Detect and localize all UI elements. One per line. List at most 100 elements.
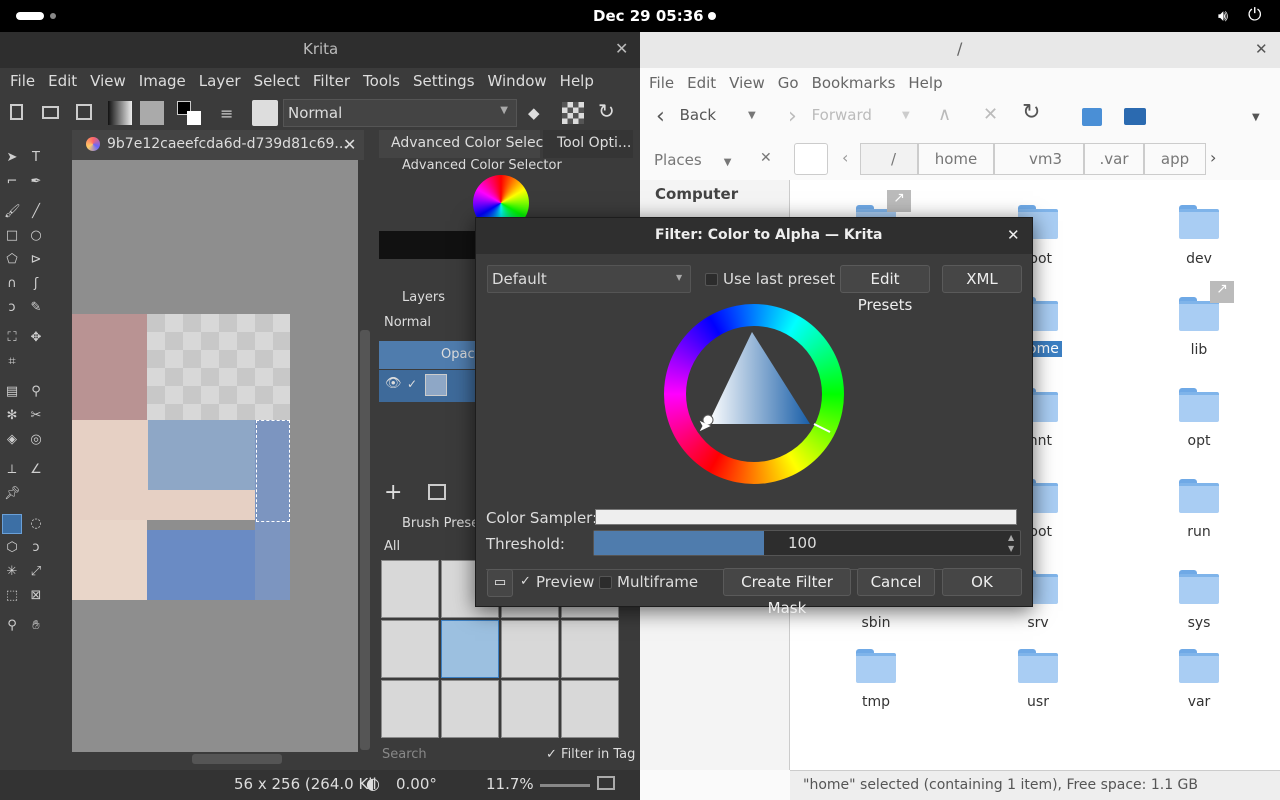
- threshold-slider[interactable]: 100 ▲ ▼: [593, 530, 1021, 556]
- line-tool-icon[interactable]: ╱: [28, 204, 44, 220]
- xml-button[interactable]: XML: [942, 265, 1022, 293]
- fm-menu-bookmarks[interactable]: Bookmarks: [812, 74, 896, 92]
- brush-preset-1[interactable]: [381, 560, 439, 618]
- layer-row[interactable]: 👁︎ ✓: [379, 370, 479, 402]
- menu-view[interactable]: View: [90, 72, 126, 90]
- volume-icon[interactable]: 🔊︎: [1218, 6, 1228, 26]
- brush-search-input[interactable]: Search: [382, 747, 427, 762]
- activities-indicator[interactable]: [16, 12, 44, 20]
- bezier-tool-icon[interactable]: ∩: [4, 276, 20, 292]
- multibrush-icon[interactable]: ✎: [28, 300, 44, 316]
- menu-file[interactable]: File: [10, 72, 35, 90]
- zoom-tool-icon[interactable]: ⚲: [4, 618, 20, 634]
- blend-mode-select[interactable]: Normal ▼: [283, 99, 517, 127]
- reload-icon[interactable]: ↻: [1022, 100, 1040, 125]
- similar-select-icon[interactable]: ⤢: [28, 564, 44, 580]
- alpha-lock-icon[interactable]: [562, 102, 584, 124]
- power-icon[interactable]: ⏻: [1248, 5, 1261, 25]
- up-icon[interactable]: ∧: [938, 104, 951, 125]
- dialog-close-icon[interactable]: ✕: [1007, 226, 1020, 244]
- status-zoom[interactable]: 11.7%: [486, 775, 534, 793]
- move-tool-icon[interactable]: ✥: [28, 330, 44, 346]
- computer-icon[interactable]: [1124, 108, 1146, 125]
- brush-preset-8[interactable]: [561, 620, 619, 678]
- brush-preset-10[interactable]: [441, 680, 499, 738]
- canvas-vscrollbar[interactable]: [358, 160, 372, 752]
- overflow-menu-icon[interactable]: ▼: [1252, 112, 1260, 123]
- layers-blend-mode[interactable]: Normal: [384, 315, 431, 330]
- add-layer-icon[interactable]: +: [384, 480, 402, 505]
- ellipse-tool-icon[interactable]: ○: [28, 228, 44, 244]
- brush-preset-12[interactable]: [561, 680, 619, 738]
- menu-settings[interactable]: Settings: [413, 72, 475, 90]
- zoom-slider[interactable]: [540, 784, 590, 787]
- rotation-icon[interactable]: ◐: [366, 774, 380, 793]
- pan-tool-icon[interactable]: ✋︎: [28, 618, 44, 634]
- reference-tool-icon[interactable]: 📌︎: [4, 486, 21, 502]
- clock[interactable]: Dec 29 05:36: [593, 7, 704, 25]
- brush-tag-select[interactable]: All: [384, 539, 400, 554]
- fm-menu-help[interactable]: Help: [908, 74, 942, 92]
- polygon-select-icon[interactable]: ⬡: [4, 540, 20, 556]
- reload-icon[interactable]: ↻: [598, 99, 615, 123]
- brush-preset-7[interactable]: [501, 620, 559, 678]
- fg-bg-color-icon[interactable]: [177, 101, 201, 125]
- crop-tool-icon[interactable]: ⌗: [4, 354, 20, 370]
- select-shapes-icon[interactable]: ➤: [4, 150, 20, 166]
- multiframe-checkbox[interactable]: [599, 576, 612, 589]
- dynamic-brush-icon[interactable]: ↄ: [4, 300, 20, 316]
- duplicate-layer-icon[interactable]: [428, 484, 446, 500]
- back-history-icon[interactable]: ▼: [748, 110, 756, 121]
- freehand-select-icon[interactable]: ↄ: [28, 540, 44, 556]
- crumb-home[interactable]: home: [918, 143, 994, 175]
- places-select[interactable]: Places ▼: [654, 151, 731, 169]
- brush-tool-icon[interactable]: 🖌︎: [4, 204, 21, 220]
- angle-tool-icon[interactable]: ∠: [28, 462, 44, 478]
- ellipse-select-icon[interactable]: ◌: [28, 516, 44, 532]
- breadcrumb-right-icon[interactable]: ›: [1210, 148, 1216, 167]
- layer-check-icon[interactable]: ✓: [407, 377, 417, 391]
- fm-menu-go[interactable]: Go: [778, 74, 799, 92]
- menu-image[interactable]: Image: [139, 72, 186, 90]
- gradient-tool-icon[interactable]: ▤: [4, 384, 20, 400]
- use-last-preset-checkbox[interactable]: [705, 273, 718, 286]
- pattern-icon[interactable]: [140, 101, 164, 125]
- toggle-layout-icon[interactable]: ▭: [487, 569, 513, 597]
- menu-tools[interactable]: Tools: [363, 72, 400, 90]
- brush-preset-icon[interactable]: [252, 100, 278, 126]
- rectangle-tool-icon[interactable]: □: [4, 228, 20, 244]
- text-tool-icon[interactable]: T: [28, 150, 44, 166]
- enclose-fill-icon[interactable]: ◎: [28, 432, 44, 448]
- canvas[interactable]: [72, 160, 358, 752]
- document-tab[interactable]: 9b7e12caeefcda6d-d739d81c69... ✕: [72, 130, 364, 160]
- crumb-root[interactable]: /: [860, 143, 918, 175]
- edit-shapes-icon[interactable]: ⌐: [4, 174, 20, 190]
- docker-tab-tool-options[interactable]: Tool Opti...: [543, 130, 633, 158]
- brush-preset-11[interactable]: [501, 680, 559, 738]
- forward-history-icon[interactable]: ▼: [902, 110, 910, 121]
- cancel-button[interactable]: Cancel: [857, 568, 935, 596]
- menu-filter[interactable]: Filter: [313, 72, 350, 90]
- brush-preset-9[interactable]: [381, 680, 439, 738]
- smart-patch-icon[interactable]: ✻: [4, 408, 20, 424]
- fit-view-icon[interactable]: [597, 776, 615, 790]
- brush-preset-6[interactable]: [441, 620, 499, 678]
- brush-settings-icon[interactable]: ≡: [220, 104, 233, 123]
- ok-button[interactable]: OK: [942, 568, 1022, 596]
- edit-presets-button[interactable]: Edit Presets: [840, 265, 930, 314]
- rect-select-tool-icon[interactable]: [2, 514, 22, 534]
- fm-close-icon[interactable]: ✕: [1255, 40, 1268, 58]
- menu-select[interactable]: Select: [254, 72, 300, 90]
- status-rotation[interactable]: 0.00°: [396, 775, 437, 793]
- menu-layer[interactable]: Layer: [199, 72, 241, 90]
- spin-arrows-icon[interactable]: ▲ ▼: [1008, 532, 1014, 554]
- polygon-tool-icon[interactable]: ⬠: [4, 252, 20, 268]
- new-document-icon[interactable]: [10, 104, 23, 120]
- gradient-icon[interactable]: [108, 101, 132, 125]
- back-button[interactable]: ‹ Back: [656, 104, 716, 129]
- crumb-vm3[interactable]: vm3: [994, 143, 1084, 175]
- eraser-icon[interactable]: ◆: [528, 104, 540, 122]
- stop-icon[interactable]: ✕: [983, 104, 998, 125]
- brush-preset-5[interactable]: [381, 620, 439, 678]
- crumb-app[interactable]: app: [1144, 143, 1206, 175]
